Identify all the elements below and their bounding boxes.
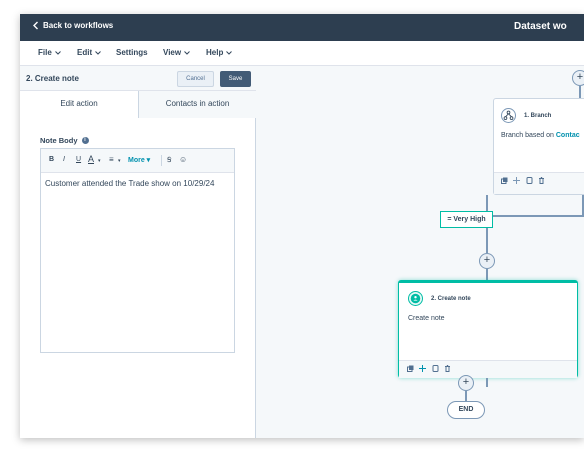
menu-help-label: Help [206, 48, 224, 57]
connector-line [465, 391, 467, 401]
note-card-footer [399, 360, 577, 378]
connector-line [486, 228, 488, 253]
menu-settings[interactable]: Settings [116, 48, 148, 57]
chevron-down-icon [184, 50, 190, 55]
menu-edit-label: Edit [77, 48, 93, 57]
caret-down-icon[interactable]: ▾ [118, 158, 121, 164]
back-to-workflows-link[interactable]: Back to workflows [32, 21, 113, 30]
cancel-button[interactable]: Cancel [177, 71, 214, 87]
branch-card-title: 1. Branch [524, 113, 552, 119]
add-action-button[interactable]: + [479, 253, 495, 269]
copy-icon[interactable] [501, 177, 508, 184]
save-button[interactable]: Save [220, 71, 251, 87]
info-icon[interactable]: i [81, 137, 89, 144]
chevron-down-icon [226, 50, 233, 55]
branch-condition-label[interactable]: = Very High [440, 211, 493, 228]
move-icon[interactable] [513, 177, 520, 184]
clear-format-icon[interactable]: Ꞩ [167, 156, 171, 164]
underline-button[interactable]: U [76, 156, 81, 163]
text-color-button[interactable]: A [88, 154, 94, 164]
note-card-description: Create note [408, 315, 445, 322]
menu-file[interactable]: File [38, 48, 61, 57]
move-icon[interactable] [419, 365, 426, 372]
rich-text-toolbar: B I U A ▾ ≡ ▾ More ▾ Ꞩ ☺ [41, 149, 234, 173]
menu-view[interactable]: View [163, 48, 190, 57]
add-action-button[interactable]: + [458, 375, 474, 391]
copy-icon[interactable] [407, 365, 414, 372]
more-menu-button[interactable]: More ▾ [128, 156, 150, 164]
panel-title: 2. Create note [26, 74, 79, 83]
toolbar-divider [161, 155, 162, 166]
note-body-text[interactable]: Customer attended the Trade show on 10/2… [45, 179, 214, 188]
add-action-button[interactable]: + [572, 70, 584, 86]
chevron-down-icon [54, 50, 61, 55]
branch-icon [501, 108, 516, 123]
panel-header: 2. Create note Cancel Save [20, 66, 256, 91]
menu-help[interactable]: Help [206, 48, 233, 57]
menu-file-label: File [38, 48, 52, 57]
workflow-canvas[interactable]: + 1. Branch Branch based on Contac = Ver… [257, 66, 584, 438]
connector-line [486, 215, 584, 217]
note-body-editor: B I U A ▾ ≡ ▾ More ▾ Ꞩ ☺ Customer attend… [40, 148, 235, 353]
contacts-icon [408, 291, 423, 306]
note-body-label: Note Body i [40, 136, 89, 145]
tab-edit-action[interactable]: Edit action [20, 91, 138, 118]
connector-line [486, 378, 488, 387]
connector-line [579, 86, 581, 98]
bold-button[interactable]: B [49, 156, 54, 163]
end-node: END [447, 401, 485, 419]
chevron-left-icon [33, 21, 38, 30]
menu-settings-label: Settings [116, 48, 148, 57]
menu-view-label: View [163, 48, 182, 57]
connector-line [486, 195, 488, 211]
clone-icon[interactable] [526, 177, 533, 184]
app-window: Back to workflows Dataset wo File Edit S… [20, 14, 584, 438]
panel-tabs: Edit action Contacts in action [20, 91, 256, 118]
menu-bar: File Edit Settings View Help [20, 41, 584, 66]
delete-icon[interactable] [444, 365, 451, 372]
branch-desc-text: Branch based on [501, 132, 556, 139]
menu-edit[interactable]: Edit [77, 48, 101, 57]
note-body-label-text: Note Body [40, 136, 78, 145]
tab-contacts-in-action[interactable]: Contacts in action [138, 91, 256, 118]
back-label: Back to workflows [43, 21, 114, 30]
italic-button[interactable]: I [63, 156, 65, 163]
action-panel: 2. Create note Cancel Save Edit action C… [20, 66, 256, 438]
branch-card-description: Branch based on Contac [501, 132, 580, 139]
caret-down-icon[interactable]: ▾ [98, 158, 101, 164]
more-label: More [128, 157, 145, 164]
list-button[interactable]: ≡ [109, 155, 114, 164]
note-card-title: 2. Create note [431, 296, 471, 302]
branch-action-card[interactable]: 1. Branch Branch based on Contac [493, 98, 584, 195]
top-bar: Back to workflows Dataset wo [20, 14, 584, 41]
delete-icon[interactable] [538, 177, 545, 184]
chevron-down-icon [95, 50, 101, 55]
workflow-title[interactable]: Dataset wo [514, 21, 567, 32]
clone-icon[interactable] [432, 365, 439, 372]
create-note-action-card[interactable]: 2. Create note Create note [398, 280, 578, 378]
branch-card-footer [494, 172, 584, 194]
branch-desc-link[interactable]: Contac [556, 132, 580, 139]
emoji-icon[interactable]: ☺ [179, 155, 187, 164]
